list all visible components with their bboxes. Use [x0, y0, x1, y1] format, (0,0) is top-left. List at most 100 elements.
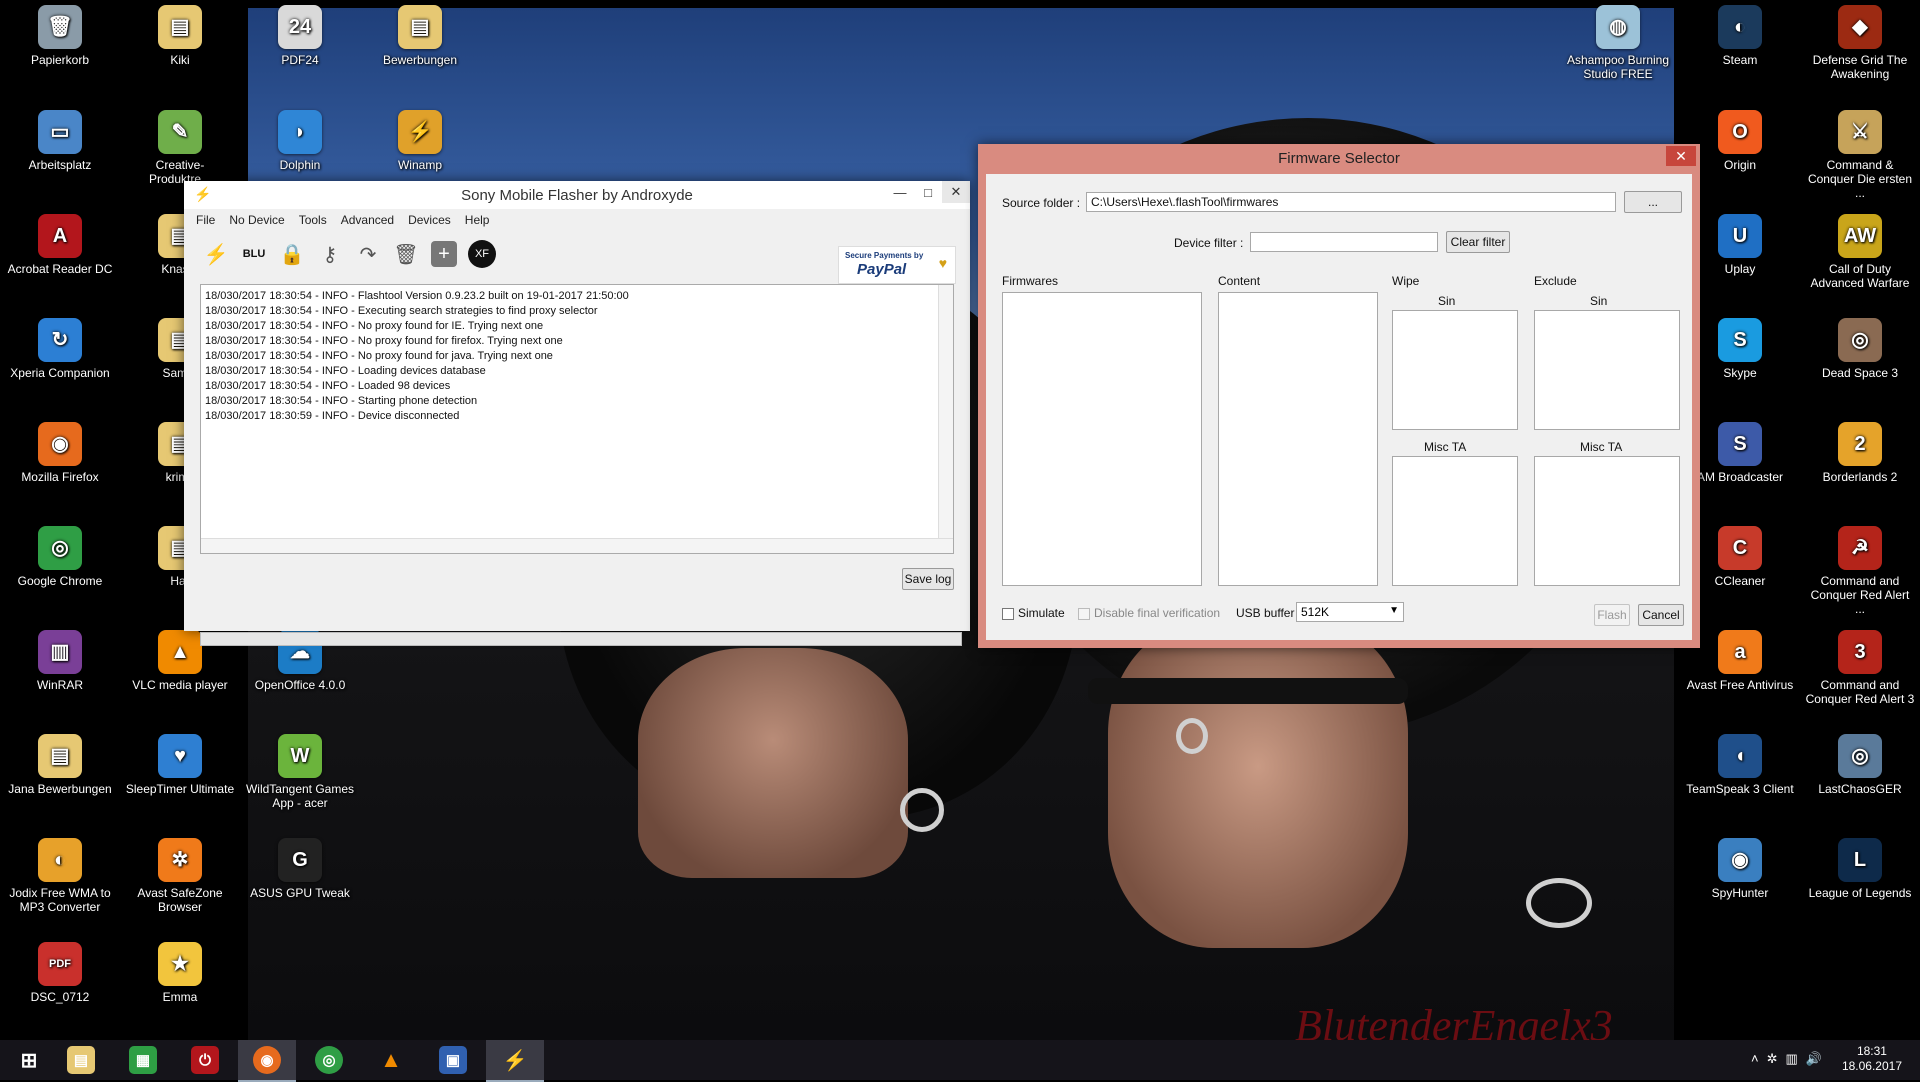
log-vertical-scrollbar[interactable]: [938, 285, 953, 553]
desktop-icon[interactable]: ▤ Kiki: [125, 5, 235, 67]
desktop-icon[interactable]: 3 Command and Conquer Red Alert 3: [1805, 630, 1915, 706]
desktop-icon[interactable]: 🗑 Papierkorb: [5, 5, 115, 67]
minimize-button[interactable]: —: [886, 181, 914, 203]
store-icon[interactable]: ▦: [114, 1040, 172, 1080]
desktop-icon[interactable]: ⚡ Winamp: [365, 110, 475, 172]
close-button[interactable]: ✕: [942, 181, 970, 203]
wipe-sin-list[interactable]: [1392, 310, 1518, 430]
desktop-icon[interactable]: ◉ SpyHunter: [1685, 838, 1795, 900]
desktop-icon[interactable]: ↻ Xperia Companion: [5, 318, 115, 380]
desktop-icon[interactable]: ▤ Jana Bewerbungen: [5, 734, 115, 796]
desktop-icon[interactable]: ◖ TeamSpeak 3 Client: [1685, 734, 1795, 796]
desktop-icon[interactable]: W WildTangent Games App - acer: [245, 734, 355, 810]
chevron-up-icon[interactable]: ˄: [1751, 1051, 1767, 1066]
volume-icon[interactable]: 🔊: [1806, 1051, 1830, 1066]
desktop-icon[interactable]: ◎ LastChaosGER: [1805, 734, 1915, 796]
desktop-icon[interactable]: 2 Borderlands 2: [1805, 422, 1915, 484]
save-log-button[interactable]: Save log: [902, 568, 954, 590]
firefox-icon[interactable]: ◉: [238, 1040, 296, 1082]
paypal-badge[interactable]: Secure Payments by PayPal ♥: [838, 246, 956, 284]
firmwares-list[interactable]: [1002, 292, 1202, 586]
firmware-titlebar[interactable]: Firmware Selector: [978, 144, 1700, 172]
menu-help[interactable]: Help: [465, 213, 490, 227]
menu-file[interactable]: File: [196, 213, 215, 227]
desktop-icon-label: Jana Bewerbungen: [8, 782, 112, 796]
desktop-icon[interactable]: L League of Legends: [1805, 838, 1915, 900]
menu-no-device[interactable]: No Device: [229, 213, 284, 227]
usb-buffer-select[interactable]: 512K ▼: [1296, 602, 1404, 622]
wipe-misc-ta-list[interactable]: [1392, 456, 1518, 586]
desktop-icon[interactable]: ♥ SleepTimer Ultimate: [125, 734, 235, 796]
desktop-icon-label: Uplay: [1724, 262, 1756, 276]
close-button[interactable]: ✕: [1666, 146, 1696, 166]
browse-button[interactable]: ...: [1624, 191, 1682, 213]
chrome-icon[interactable]: ◎: [300, 1040, 358, 1080]
log-area[interactable]: 18/030/2017 18:30:54 - INFO - Flashtool …: [200, 284, 954, 554]
log-line: 18/030/2017 18:30:59 - INFO - Device dis…: [205, 410, 460, 422]
log-horizontal-scrollbar[interactable]: [201, 538, 953, 553]
lock-icon[interactable]: 🔒: [276, 238, 308, 270]
trash-icon[interactable]: 🗑: [390, 238, 422, 270]
power-icon[interactable]: ⏻: [176, 1040, 234, 1080]
maximize-button[interactable]: □: [914, 181, 942, 203]
device-filter-field[interactable]: [1250, 232, 1438, 252]
desktop-icon[interactable]: ✎ Creative-Produktre...: [125, 110, 235, 186]
menu-devices[interactable]: Devices: [408, 213, 451, 227]
desktop-icon[interactable]: 24 PDF24: [245, 5, 355, 67]
source-folder-field[interactable]: C:\Users\Hexe\.flashTool\firmwares: [1086, 192, 1616, 212]
desktop-icon[interactable]: A Acrobat Reader DC: [5, 214, 115, 276]
key-icon[interactable]: ⚷: [314, 238, 346, 270]
desktop-icon[interactable]: ◉ Mozilla Firefox: [5, 422, 115, 484]
menu-advanced[interactable]: Advanced: [341, 213, 394, 227]
desktop-icon[interactable]: ◐ Steam: [1685, 5, 1795, 67]
network-icon[interactable]: ▥: [1786, 1051, 1806, 1066]
desktop-icon[interactable]: AW Call of Duty Advanced Warfare: [1805, 214, 1915, 290]
flasher-titlebar[interactable]: ⚡ Sony Mobile Flasher by Androxyde — □ ✕: [184, 181, 970, 209]
desktop-icon[interactable]: ◎ Google Chrome: [5, 526, 115, 588]
desktop-icon[interactable]: ✲ Avast SafeZone Browser: [125, 838, 235, 914]
windows-start-icon[interactable]: ⊞: [0, 1040, 58, 1080]
desktop-icon[interactable]: PDF DSC_0712: [5, 942, 115, 1004]
desktop-icon[interactable]: S Skype: [1685, 318, 1795, 380]
cancel-button[interactable]: Cancel: [1638, 604, 1684, 626]
arrow-icon[interactable]: ↷: [352, 238, 384, 270]
file-explorer-icon[interactable]: ▤: [52, 1040, 110, 1080]
desktop-icon[interactable]: ▭ Arbeitsplatz: [5, 110, 115, 172]
desktop-icon[interactable]: ◍ Ashampoo Burning Studio FREE: [1563, 5, 1673, 81]
winrar-icon: ▥: [38, 630, 82, 674]
desktop-icon[interactable]: a Avast Free Antivirus: [1685, 630, 1795, 692]
desktop-icon[interactable]: O Origin: [1685, 110, 1795, 172]
vlc-icon[interactable]: ▲: [362, 1040, 420, 1080]
desktop-icon[interactable]: ★ Emma: [125, 942, 235, 1004]
exclude-sin-list[interactable]: [1534, 310, 1680, 430]
exclude-misc-ta-list[interactable]: [1534, 456, 1680, 586]
plus-icon[interactable]: +: [428, 238, 460, 270]
content-list[interactable]: [1218, 292, 1378, 586]
menu-tools[interactable]: Tools: [299, 213, 327, 227]
window-title: Firmware Selector: [1278, 149, 1400, 167]
flashtool-icon[interactable]: ⚡: [486, 1040, 544, 1082]
blu-button[interactable]: BLU: [238, 238, 270, 270]
clear-filter-button[interactable]: Clear filter: [1446, 231, 1510, 253]
flash-icon[interactable]: ⚡: [200, 238, 232, 270]
desktop-icon[interactable]: ◎ Dead Space 3: [1805, 318, 1915, 380]
desktop-icon[interactable]: C CCleaner: [1685, 526, 1795, 588]
desktop-icon[interactable]: ▤ Bewerbungen: [365, 5, 475, 67]
desktop-icon[interactable]: ⚔ Command & Conquer Die ersten ...: [1805, 110, 1915, 200]
desktop-icon[interactable]: ☭ Command and Conquer Red Alert ...: [1805, 526, 1915, 616]
clock[interactable]: 18:31 18.06.2017: [1842, 1044, 1902, 1074]
desktop-icon[interactable]: ◐ Jodix Free WMA to MP3 Converter: [5, 838, 115, 914]
disable-verification-checkbox[interactable]: [1078, 608, 1090, 620]
desktop-icon[interactable]: S AM Broadcaster: [1685, 422, 1795, 484]
xperifirm-icon[interactable]: XF: [466, 238, 498, 270]
avast-tray-icon[interactable]: ✲: [1767, 1051, 1786, 1066]
simulate-checkbox[interactable]: [1002, 608, 1014, 620]
flash-button[interactable]: Flash: [1594, 604, 1630, 626]
desktop-icon[interactable]: ◆ Defense Grid The Awakening: [1805, 5, 1915, 81]
photo-icon[interactable]: ▣: [424, 1040, 482, 1080]
desktop-icon-label: Origin: [1723, 158, 1756, 172]
desktop-icon[interactable]: G ASUS GPU Tweak: [245, 838, 355, 900]
desktop-icon[interactable]: U Uplay: [1685, 214, 1795, 276]
desktop-icon[interactable]: ◗ Dolphin: [245, 110, 355, 172]
desktop-icon[interactable]: ▥ WinRAR: [5, 630, 115, 692]
